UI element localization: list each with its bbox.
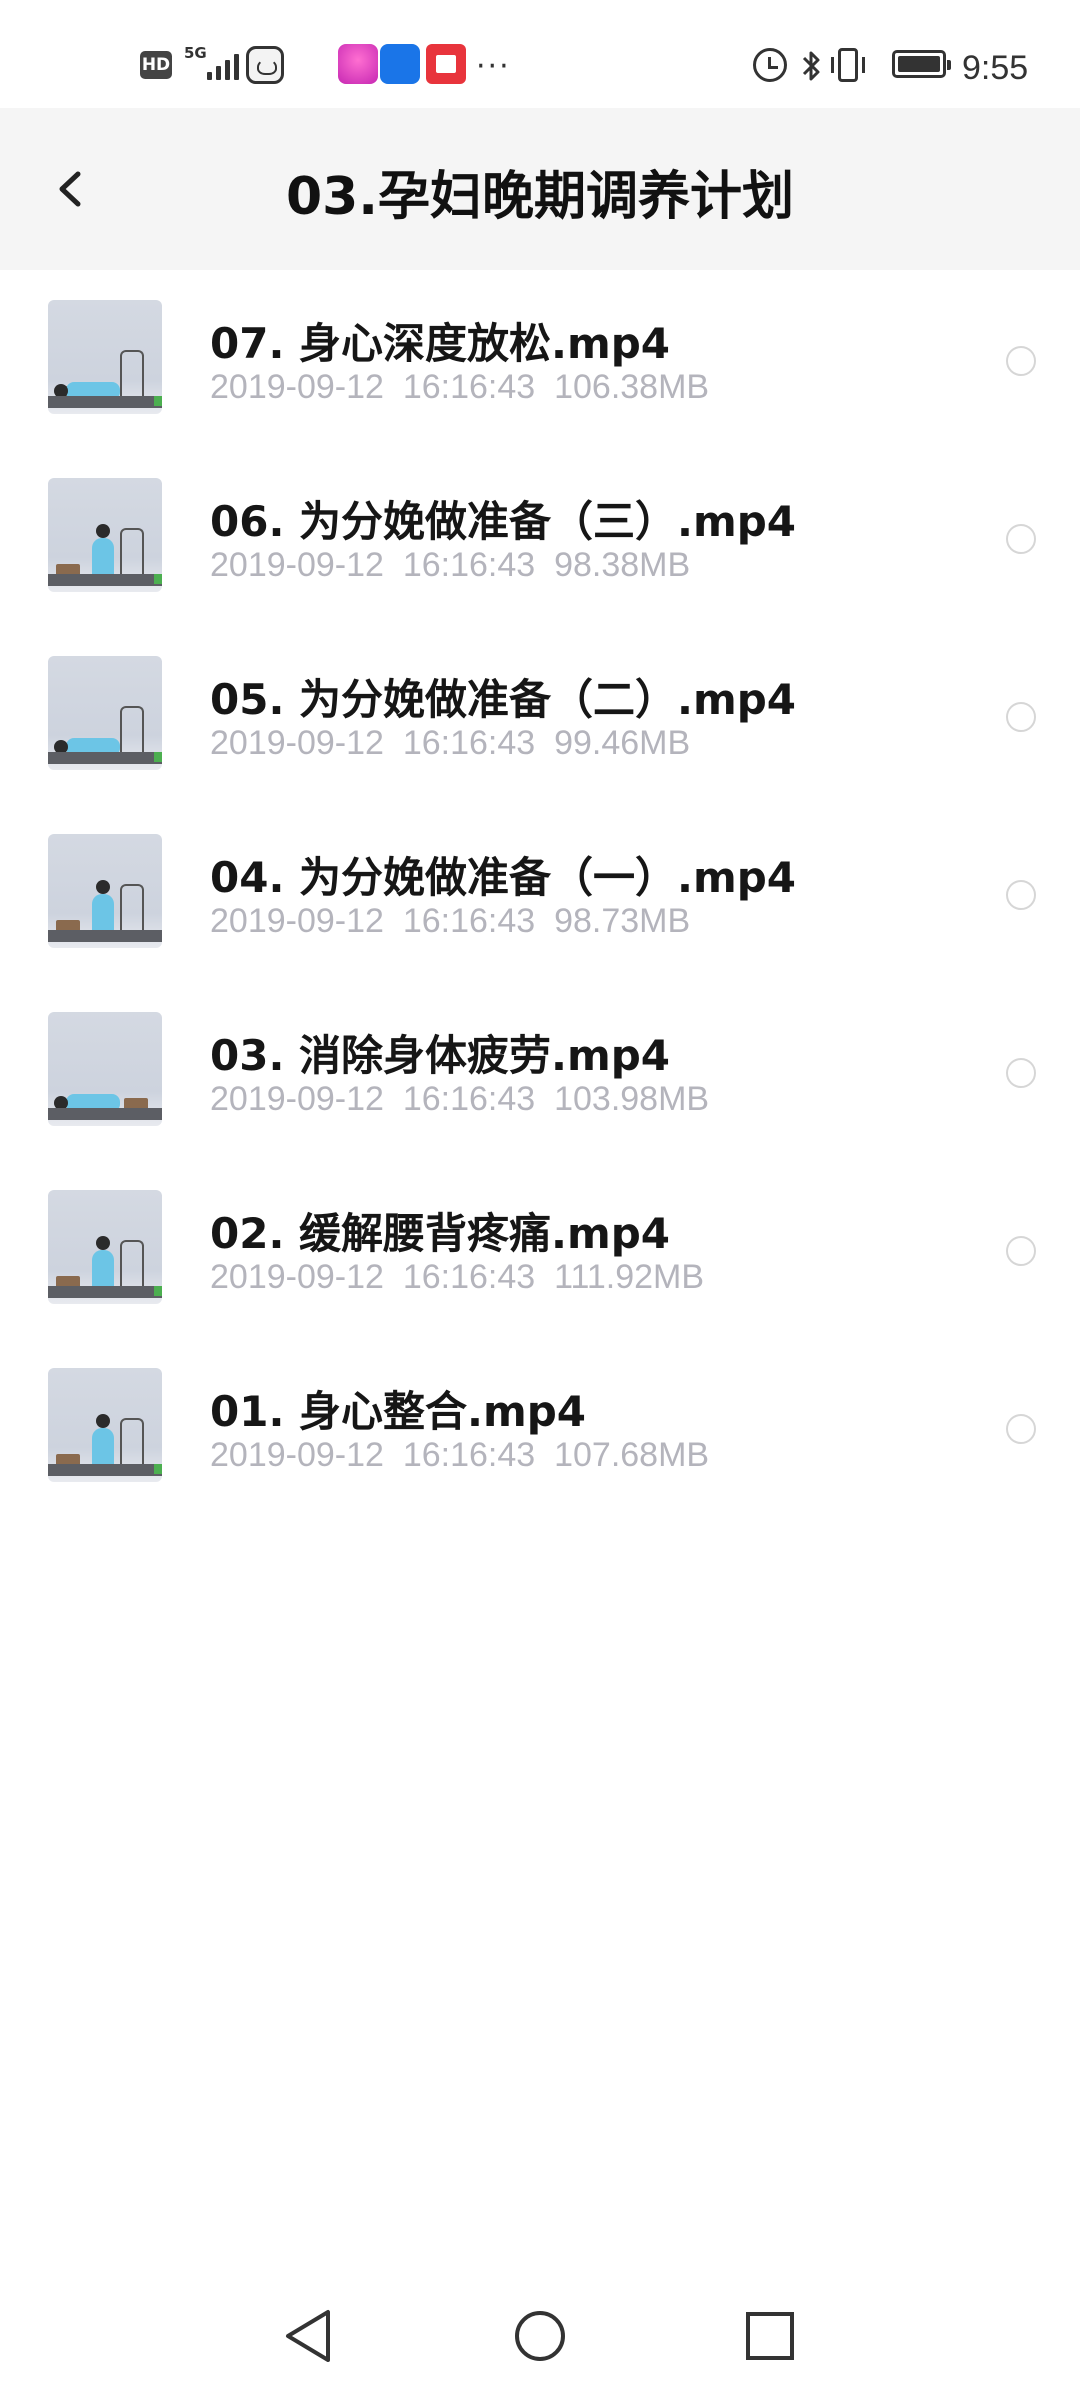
select-radio[interactable] [1006,1414,1036,1444]
file-row[interactable]: 01. 身心整合.mp4 2019-09-12 16:16:43 107.68M… [0,1338,1080,1516]
video-thumbnail [48,656,162,770]
file-size: 106.38MB [554,368,710,406]
file-date: 2019-09-12 [210,368,384,406]
battery-level [898,56,940,72]
file-name: 03. 消除身体疲劳.mp4 [210,1031,671,1080]
network-type-label: 5G [184,44,207,62]
nav-back-button[interactable] [270,2296,350,2376]
file-name: 02. 缓解腰背疼痛.mp4 [210,1209,671,1258]
file-meta: 2019-09-12 16:16:43 111.92MB [210,1258,704,1297]
file-size: 99.46MB [554,724,691,762]
file-meta: 2019-09-12 16:16:43 103.98MB [210,1080,709,1119]
file-meta: 2019-09-12 16:16:43 107.68MB [210,1436,709,1475]
file-date: 2019-09-12 [210,546,384,584]
file-row[interactable]: 03. 消除身体疲劳.mp4 2019-09-12 16:16:43 103.9… [0,982,1080,1160]
file-time: 16:16:43 [402,902,536,940]
file-size: 103.98MB [554,1080,710,1118]
video-thumbnail [48,300,162,414]
alipay-app-icon [380,44,420,84]
alarm-icon [753,48,787,82]
file-meta: 2019-09-12 16:16:43 106.38MB [210,368,709,407]
battery-icon [892,50,951,78]
file-size: 98.38MB [554,546,691,584]
video-thumbnail [48,834,162,948]
video-thumbnail [48,1190,162,1304]
signal-icon [207,50,239,80]
file-time: 16:16:43 [402,1080,536,1118]
file-row[interactable]: 02. 缓解腰背疼痛.mp4 2019-09-12 16:16:43 111.9… [0,1160,1080,1338]
bluetooth-icon [798,42,824,90]
file-size: 98.73MB [554,902,691,940]
video-thumbnail [48,1368,162,1482]
select-radio[interactable] [1006,702,1036,732]
select-radio[interactable] [1006,880,1036,910]
select-radio[interactable] [1006,524,1036,554]
file-meta: 2019-09-12 16:16:43 98.38MB [210,546,690,585]
nav-home-icon [515,2311,565,2361]
file-date: 2019-09-12 [210,1080,384,1118]
hd-icon: HD [140,51,172,79]
screen: HD 5G ··· 9:55 03.孕妇晚期调养计划 07. 身心深度放松.mp… [0,0,1080,2400]
file-time: 16:16:43 [402,1258,536,1296]
file-time: 16:16:43 [402,368,536,406]
nav-back-icon [286,2310,330,2362]
file-size: 111.92MB [554,1258,705,1296]
video-thumbnail [48,1012,162,1126]
nav-home-button[interactable] [500,2296,580,2376]
video-thumbnail [48,478,162,592]
vibrate-icon [831,48,865,82]
file-size: 107.68MB [554,1436,710,1474]
file-time: 16:16:43 [402,1436,536,1474]
status-bar: HD 5G ··· 9:55 [0,0,1080,108]
file-date: 2019-09-12 [210,1258,384,1296]
file-name: 01. 身心整合.mp4 [210,1387,587,1436]
more-notifications-icon: ··· [476,48,511,84]
select-radio[interactable] [1006,1058,1036,1088]
system-nav-bar [0,2270,1080,2400]
shopping-app-icon [338,44,378,84]
file-row[interactable]: 05. 为分娩做准备（二）.mp4 2019-09-12 16:16:43 99… [0,626,1080,804]
file-meta: 2019-09-12 16:16:43 99.46MB [210,724,690,763]
nav-recent-icon [746,2312,794,2360]
select-radio[interactable] [1006,1236,1036,1266]
file-row[interactable]: 04. 为分娩做准备（一）.mp4 2019-09-12 16:16:43 98… [0,804,1080,982]
file-time: 16:16:43 [402,546,536,584]
face-app-icon [246,46,284,84]
file-name: 07. 身心深度放松.mp4 [210,319,671,368]
status-time: 9:55 [962,48,1029,87]
file-date: 2019-09-12 [210,724,384,762]
file-name: 06. 为分娩做准备（三）.mp4 [210,497,797,546]
bluetooth-glyph [802,51,820,81]
file-date: 2019-09-12 [210,902,384,940]
reader-app-icon [426,44,466,84]
app-bar: 03.孕妇晚期调养计划 [0,108,1080,270]
nav-recent-button[interactable] [730,2296,810,2376]
file-date: 2019-09-12 [210,1436,384,1474]
select-radio[interactable] [1006,346,1036,376]
file-row[interactable]: 07. 身心深度放松.mp4 2019-09-12 16:16:43 106.3… [0,270,1080,448]
file-name: 04. 为分娩做准备（一）.mp4 [210,853,797,902]
file-time: 16:16:43 [402,724,536,762]
file-row[interactable]: 06. 为分娩做准备（三）.mp4 2019-09-12 16:16:43 98… [0,448,1080,626]
page-title: 03.孕妇晚期调养计划 [285,167,795,227]
file-name: 05. 为分娩做准备（二）.mp4 [210,675,797,724]
file-meta: 2019-09-12 16:16:43 98.73MB [210,902,690,941]
